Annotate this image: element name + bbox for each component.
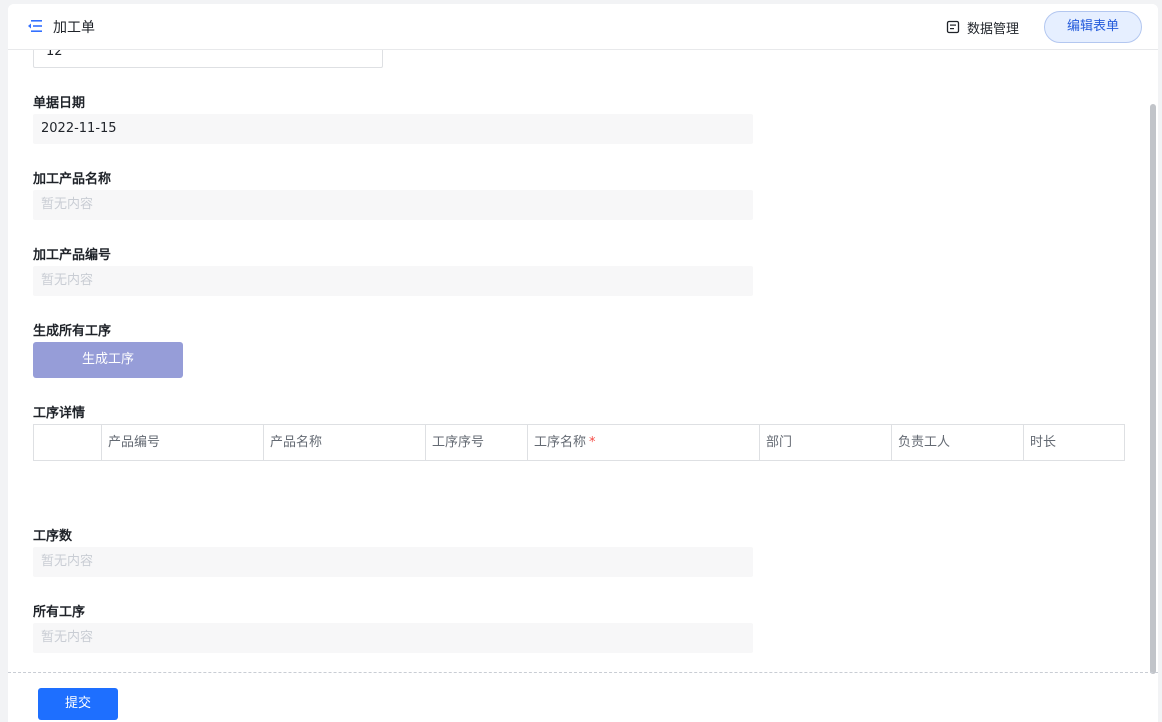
process-details-label: 工序详情 [33,406,86,421]
table-header-process-number: 工序序号 [425,425,527,460]
generate-label: 生成所有工序 [33,324,112,339]
table-header-duration: 时长 [1023,425,1124,460]
required-marker: * [589,435,596,450]
product-code-field: 暂无内容 [33,266,753,296]
table-header-product-name: 产品名称 [263,425,425,460]
doc-date-label: 单据日期 [33,96,86,111]
menu-collapse-icon[interactable] [28,19,42,33]
process-count-field: 暂无内容 [33,547,753,577]
doc-date-field: 2022-11-15 [33,114,753,144]
product-name-field: 暂无内容 [33,190,753,220]
process-details-table: 产品编号 产品名称 工序序号 工序名称 * 部门 负责工人 时长 [33,424,1125,461]
all-processes-field: 暂无内容 [33,623,753,653]
generate-process-button[interactable]: 生成工序 [33,342,183,378]
table-header-process-name: 工序名称 * [527,425,759,460]
table-header-worker: 负责工人 [891,425,1023,460]
form-content: 12 单据日期 2022-11-15 加工产品名称 暂无内容 加工产品编号 暂无… [8,50,1158,672]
all-processes-label: 所有工序 [33,605,86,620]
product-name-label: 加工产品名称 [33,172,112,187]
submit-button[interactable]: 提交 [38,688,118,720]
form-page: 加工单 数据管理 编辑表单 12 单据日期 2022-11-15 加工产品名称 … [8,4,1158,722]
process-count-label: 工序数 [33,529,73,544]
product-code-label: 加工产品编号 [33,248,112,263]
process-name-text: 工序名称 [534,435,587,450]
table-header-product-code: 产品编号 [101,425,263,460]
top-bar: 加工单 数据管理 编辑表单 [8,4,1158,50]
footer-divider [8,672,1158,673]
data-management-button[interactable]: 数据管理 [946,16,1019,38]
vertical-scrollbar[interactable] [1150,104,1156,674]
page-title: 加工单 [53,20,95,36]
table-header-index [34,425,101,460]
document-icon [946,20,960,34]
edit-form-button[interactable]: 编辑表单 [1044,11,1142,43]
data-management-label: 数据管理 [967,21,1020,37]
table-header-department: 部门 [759,425,891,460]
top-number-field[interactable]: 12 [33,50,383,68]
